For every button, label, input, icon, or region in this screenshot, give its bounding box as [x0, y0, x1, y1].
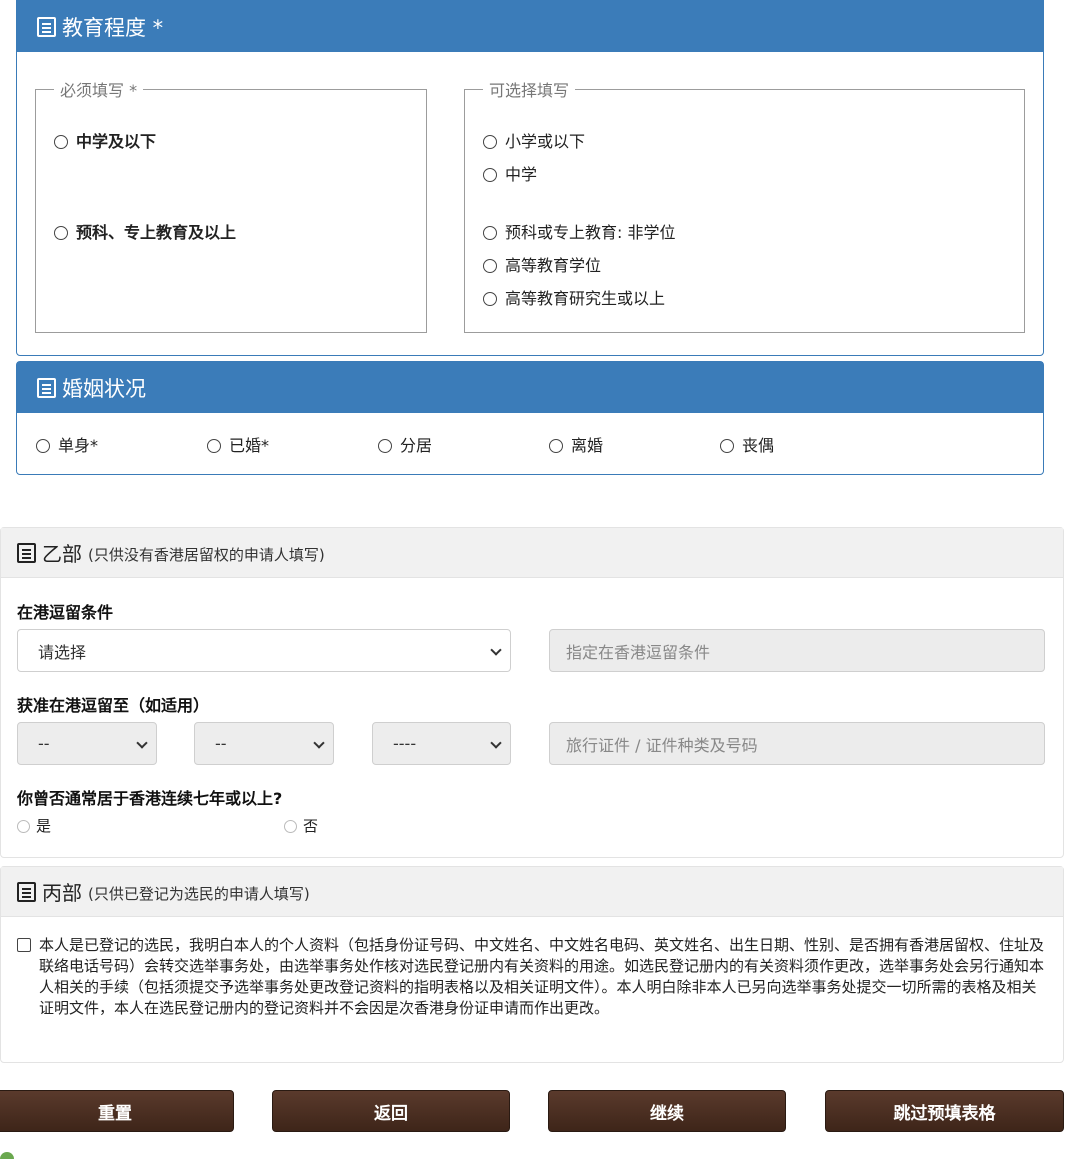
edu-option-non-degree[interactable]: 预科或专上教育: 非学位 [483, 219, 675, 243]
required-legend: 必须填写 * [60, 81, 138, 100]
month-select[interactable]: -- [194, 722, 334, 765]
part-c-title: 丙部 [42, 881, 82, 905]
marital-option-single[interactable]: 单身* [36, 432, 98, 456]
radio-icon[interactable] [483, 135, 497, 149]
permitted-until-label: 获准在港逗留至（如适用） [17, 696, 210, 715]
list-icon [37, 16, 56, 37]
required-group: 必须填写 * [35, 77, 427, 333]
radio-icon[interactable] [207, 439, 221, 453]
list-icon [37, 377, 56, 398]
chevron-down-icon [490, 644, 502, 656]
marital-option-separated[interactable]: 分居 [378, 432, 432, 456]
radio-icon[interactable] [483, 259, 497, 273]
radio-icon[interactable] [483, 292, 497, 306]
part-b-subtitle: (只供没有香港居留权的申请人填写) [88, 545, 325, 564]
edu-option-post-secondary[interactable]: 预科、专上教育及以上 [54, 219, 236, 243]
marital-option-widowed[interactable]: 丧偶 [720, 432, 774, 456]
part-c-header: 丙部 (只供已登记为选民的申请人填写) [1, 867, 1063, 917]
list-icon [17, 542, 36, 563]
part-b-section: 乙部 (只供没有香港居留权的申请人填写) 在港逗留条件 请选择 指定在香港逗留条… [0, 527, 1064, 858]
marital-title: 婚姻状况 [62, 376, 146, 401]
leaf-icon [0, 1152, 14, 1159]
stay-condition-input[interactable]: 指定在香港逗留条件 [549, 629, 1045, 672]
education-title: 教育程度 * [62, 15, 164, 40]
chevron-down-icon [490, 737, 502, 749]
chevron-down-icon [313, 737, 325, 749]
radio-icon[interactable] [284, 820, 297, 833]
skip-prefill-button[interactable]: 跳过预填表格 [825, 1090, 1064, 1132]
declaration-checkbox[interactable] [17, 938, 31, 952]
marital-option-married[interactable]: 已婚* [207, 432, 269, 456]
education-header: 教育程度 * [17, 0, 1043, 52]
part-c-section: 丙部 (只供已登记为选民的申请人填写) 本人是已登记的选民，我明白本人的个人资料… [0, 866, 1064, 1063]
day-select[interactable]: -- [17, 722, 157, 765]
reset-button[interactable]: 重置 [0, 1090, 234, 1132]
stay-condition-label: 在港逗留条件 [17, 603, 114, 622]
marital-header: 婚姻状况 [17, 362, 1043, 413]
seven-years-no[interactable]: 否 [284, 815, 318, 836]
voter-declaration: 本人是已登记的选民，我明白本人的个人资料（包括身份证号码、中文姓名、中文姓名电码… [17, 935, 1047, 1019]
list-icon [17, 881, 36, 902]
edu-option-postgraduate[interactable]: 高等教育研究生或以上 [483, 285, 665, 309]
radio-icon[interactable] [54, 135, 68, 149]
seven-years-label: 你曾否通常居于香港连续七年或以上? [17, 789, 283, 808]
back-button[interactable]: 返回 [272, 1090, 510, 1132]
continue-button[interactable]: 继续 [548, 1090, 786, 1132]
part-b-title: 乙部 [42, 542, 82, 566]
marital-option-divorced[interactable]: 离婚 [549, 432, 603, 456]
radio-icon[interactable] [36, 439, 50, 453]
stay-condition-select[interactable]: 请选择 [17, 629, 511, 672]
declaration-text: 本人是已登记的选民，我明白本人的个人资料（包括身份证号码、中文姓名、中文姓名电码… [39, 936, 1045, 1017]
radio-icon[interactable] [720, 439, 734, 453]
edu-option-secondary-below[interactable]: 中学及以下 [54, 128, 156, 152]
radio-icon[interactable] [17, 820, 30, 833]
radio-icon[interactable] [483, 168, 497, 182]
edu-option-degree[interactable]: 高等教育学位 [483, 252, 601, 276]
travel-doc-input[interactable]: 旅行证件 / 证件种类及号码 [549, 722, 1045, 765]
part-b-header: 乙部 (只供没有香港居留权的申请人填写) [1, 528, 1063, 578]
optional-legend: 可选择填写 [489, 81, 570, 100]
radio-icon[interactable] [549, 439, 563, 453]
seven-years-yes[interactable]: 是 [17, 815, 51, 836]
part-c-subtitle: (只供已登记为选民的申请人填写) [88, 884, 310, 903]
radio-icon[interactable] [54, 226, 68, 240]
chevron-down-icon [136, 737, 148, 749]
education-panel: 教育程度 * 必须填写 * 中学及以下 预科、专上教育及以上 可选择填写 小学或… [16, 0, 1044, 356]
edu-option-secondary[interactable]: 中学 [483, 161, 537, 185]
edu-option-primary[interactable]: 小学或以下 [483, 128, 585, 152]
radio-icon[interactable] [483, 226, 497, 240]
radio-icon[interactable] [378, 439, 392, 453]
year-select[interactable]: ---- [372, 722, 511, 765]
marital-panel: 婚姻状况 单身* 已婚* 分居 离婚 丧偶 [16, 361, 1044, 475]
